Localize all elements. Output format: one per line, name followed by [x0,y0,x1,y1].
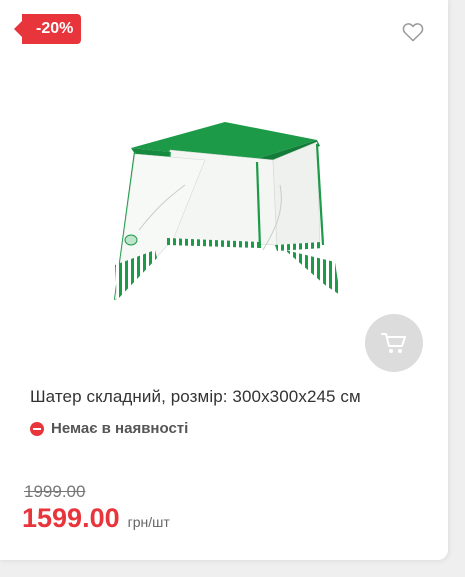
product-image[interactable] [95,90,365,315]
stock-status-label: Немає в наявності [51,420,189,437]
add-to-cart-button[interactable] [365,314,423,372]
stock-status: Немає в наявності [30,420,188,437]
discount-badge: -20% [13,14,82,44]
heart-icon[interactable] [402,22,424,42]
old-price: 1999.00 [24,482,86,501]
cart-icon [381,333,406,353]
minus-circle-icon [30,421,44,436]
price-unit: грн/шт [127,514,170,530]
price-block: 1599.00 грн/шт [22,503,170,534]
current-price: 1599.00 [22,503,120,533]
product-title[interactable]: Шатер складний, розмір: 300x300x245 см [30,387,361,407]
product-card[interactable]: -20% Шатер складний, розмір: 300x300x245… [0,0,448,560]
